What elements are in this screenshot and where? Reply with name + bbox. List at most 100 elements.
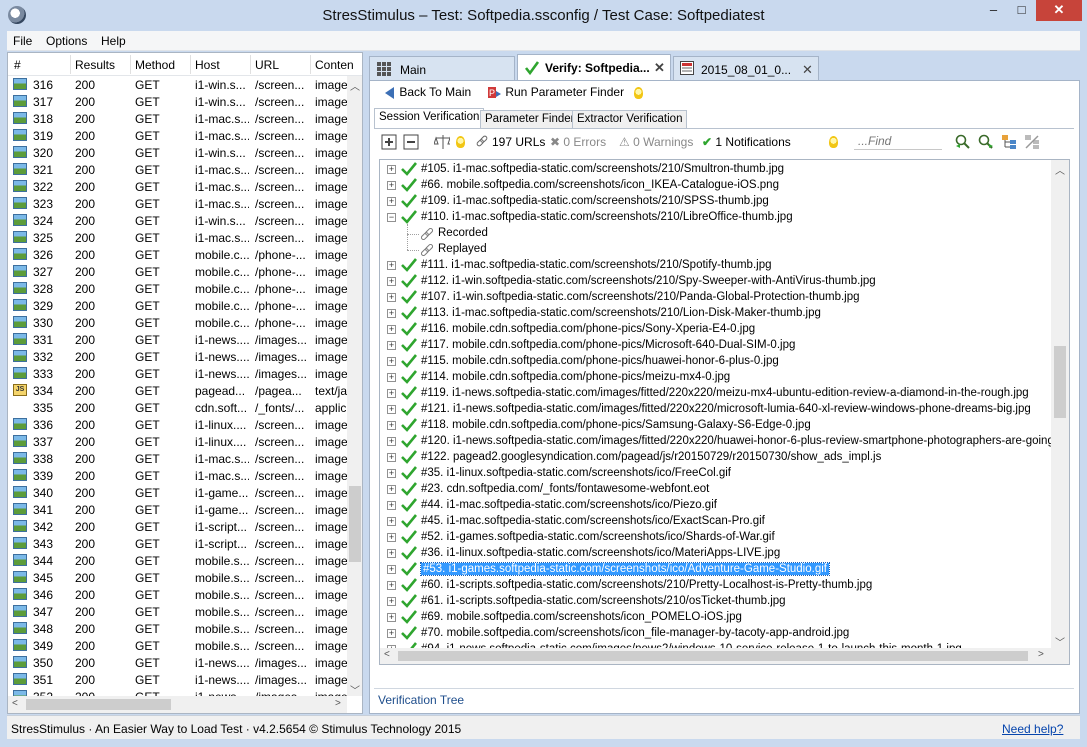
- collapse-all-icon[interactable]: [403, 134, 419, 150]
- expand-icon[interactable]: +: [387, 533, 396, 542]
- tree-node[interactable]: + #69. mobile.softpedia.com/screenshots/i…: [380, 610, 1051, 626]
- tab-session-verification[interactable]: Session Verification: [374, 108, 485, 128]
- find-next-icon[interactable]: [978, 134, 994, 150]
- table-row[interactable]: 325 200 GET i1-mac.s... /screen... image.: [8, 229, 347, 246]
- table-row[interactable]: 323 200 GET i1-mac.s... /screen... image.: [8, 195, 347, 212]
- table-row[interactable]: 337 200 GET i1-linux.... /screen... image.: [8, 433, 347, 450]
- table-row[interactable]: 341 200 GET i1-game... /screen... image.: [8, 501, 347, 518]
- tree-node[interactable]: + #113. i1-mac.softpedia-static.com/scree…: [380, 306, 1051, 322]
- compare-icon[interactable]: [434, 134, 450, 150]
- expand-icon[interactable]: +: [387, 165, 396, 174]
- expand-icon[interactable]: +: [387, 485, 396, 494]
- close-tab-icon[interactable]: ✕: [654, 60, 665, 76]
- tree-node[interactable]: + #107. i1-win.softpedia-static.com/scree…: [380, 290, 1051, 306]
- table-row[interactable]: 322 200 GET i1-mac.s... /screen... image.: [8, 178, 347, 195]
- table-row[interactable]: 349 200 GET mobile.s... /screen... image.: [8, 637, 347, 654]
- col-header-url[interactable]: URL: [255, 58, 279, 72]
- scroll-right-icon[interactable]: >: [335, 698, 341, 709]
- table-row[interactable]: 320 200 GET i1-win.s... /screen... image.: [8, 144, 347, 161]
- expand-icon[interactable]: +: [387, 517, 396, 526]
- tree-node[interactable]: + #111. i1-mac.softpedia-static.com/scree…: [380, 258, 1051, 274]
- table-row[interactable]: 327 200 GET mobile.c... /phone-... image.: [8, 263, 347, 280]
- scroll-left-icon[interactable]: <: [12, 698, 18, 709]
- expand-icon[interactable]: +: [387, 565, 396, 574]
- tree-node[interactable]: + #70. mobile.softpedia.com/screenshots/i…: [380, 626, 1051, 642]
- expand-icon[interactable]: +: [387, 357, 396, 366]
- table-row[interactable]: 335 200 GET cdn.soft... /_fonts/... applic: [8, 399, 347, 416]
- tab-parameter-finder[interactable]: Parameter Finder: [480, 110, 580, 128]
- expand-icon[interactable]: +: [387, 629, 396, 638]
- scroll-up-icon[interactable]: ︿: [1055, 162, 1065, 177]
- table-row[interactable]: 317 200 GET i1-win.s... /screen... image.: [8, 93, 347, 110]
- grid-vertical-scrollbar[interactable]: ︿ ﹀: [347, 76, 362, 697]
- tree-node[interactable]: + #117. mobile.cdn.softpedia.com/phone-pi…: [380, 338, 1051, 354]
- find-input[interactable]: ...Find: [854, 133, 942, 150]
- scroll-down-icon[interactable]: ﹀: [1055, 634, 1065, 649]
- col-header-content[interactable]: Conten: [315, 58, 355, 72]
- tree-node[interactable]: + #118. mobile.cdn.softpedia.com/phone-pi…: [380, 418, 1051, 434]
- tree-node[interactable]: + #44. i1-mac.softpedia-static.com/screen…: [380, 498, 1051, 514]
- tree-node[interactable]: + #112. i1-win.softpedia-static.com/scree…: [380, 274, 1051, 290]
- scroll-down-icon[interactable]: ﹀: [350, 682, 360, 697]
- table-row[interactable]: 332 200 GET i1-news.... /images... image.: [8, 348, 347, 365]
- tree-node[interactable]: + #45. i1-mac.softpedia-static.com/screen…: [380, 514, 1051, 530]
- tree-node[interactable]: + #52. i1-games.softpedia-static.com/scre…: [380, 530, 1051, 546]
- close-button[interactable]: ✕: [1036, 0, 1082, 21]
- tree-node[interactable]: + #66. mobile.softpedia.com/screenshots/i…: [380, 178, 1051, 194]
- urls-count[interactable]: 197 URLs: [492, 135, 545, 149]
- col-header-results[interactable]: Results: [75, 58, 115, 72]
- tree-filter-icon[interactable]: [1001, 134, 1017, 150]
- tree-child-node[interactable]: Replayed: [380, 242, 1051, 258]
- menu-help[interactable]: Help: [101, 34, 126, 48]
- warnings-filter[interactable]: ⚠ 0 Warnings: [619, 135, 693, 149]
- expand-icon[interactable]: +: [387, 341, 396, 350]
- expand-icon[interactable]: +: [387, 597, 396, 606]
- expand-icon[interactable]: +: [387, 469, 396, 478]
- tree-node[interactable]: + #114. mobile.cdn.softpedia.com/phone-pi…: [380, 370, 1051, 386]
- notifications-filter[interactable]: ✔ 1 Notifications: [702, 135, 791, 149]
- expand-icon[interactable]: +: [387, 581, 396, 590]
- tab-report[interactable]: 2015_08_01_0... ✕: [673, 56, 819, 80]
- table-row[interactable]: 324 200 GET i1-win.s... /screen... image.: [8, 212, 347, 229]
- tab-extractor-verification[interactable]: Extractor Verification: [572, 110, 688, 128]
- minimize-button[interactable]: –: [980, 0, 1007, 21]
- table-row[interactable]: 326 200 GET mobile.c... /phone-... image.: [8, 246, 347, 263]
- table-row[interactable]: 316 200 GET i1-win.s... /screen... image.: [8, 76, 347, 93]
- scroll-left-icon[interactable]: <: [384, 649, 390, 660]
- expand-icon[interactable]: +: [387, 613, 396, 622]
- table-row[interactable]: 333 200 GET i1-news.... /images... image.: [8, 365, 347, 382]
- col-header-number[interactable]: #: [14, 58, 21, 72]
- table-row[interactable]: 328 200 GET mobile.c... /phone-... image.: [8, 280, 347, 297]
- table-row[interactable]: 340 200 GET i1-game... /screen... image.: [8, 484, 347, 501]
- expand-icon[interactable]: +: [387, 309, 396, 318]
- table-row[interactable]: 336 200 GET i1-linux.... /screen... image.: [8, 416, 347, 433]
- col-header-host[interactable]: Host: [195, 58, 220, 72]
- expand-icon[interactable]: +: [387, 261, 396, 270]
- tree-node[interactable]: + #115. mobile.cdn.softpedia.com/phone-pi…: [380, 354, 1051, 370]
- scroll-right-icon[interactable]: >: [1038, 649, 1044, 660]
- tree-node[interactable]: + #61. i1-scripts.softpedia-static.com/sc…: [380, 594, 1051, 610]
- menu-file[interactable]: File: [13, 34, 32, 48]
- expand-icon[interactable]: +: [387, 325, 396, 334]
- expand-icon[interactable]: +: [387, 389, 396, 398]
- expand-icon[interactable]: +: [387, 277, 396, 286]
- tree-node[interactable]: + #23. cdn.softpedia.com/_fonts/fontaweso…: [380, 482, 1051, 498]
- table-row[interactable]: 343 200 GET i1-script... /screen... image.: [8, 535, 347, 552]
- scrollbar-thumb[interactable]: [398, 651, 1028, 661]
- tree-node[interactable]: + #35. i1-linux.softpedia-static.com/scre…: [380, 466, 1051, 482]
- tree-node[interactable]: + #120. i1-news.softpedia-static.com/imag…: [380, 434, 1051, 450]
- table-row[interactable]: 347 200 GET mobile.s... /screen... image.: [8, 603, 347, 620]
- need-help-link[interactable]: Need help?: [1002, 722, 1063, 736]
- collapse-icon[interactable]: −: [387, 213, 396, 222]
- table-row[interactable]: 339 200 GET i1-mac.s... /screen... image.: [8, 467, 347, 484]
- tab-main[interactable]: Main: [369, 56, 515, 80]
- lightbulb-icon[interactable]: [829, 136, 838, 148]
- table-row[interactable]: 348 200 GET mobile.s... /screen... image.: [8, 620, 347, 637]
- grid-horizontal-scrollbar[interactable]: < >: [8, 696, 347, 713]
- table-row[interactable]: 338 200 GET i1-mac.s... /screen... image.: [8, 450, 347, 467]
- expand-icon[interactable]: +: [387, 437, 396, 446]
- tree-node[interactable]: + #119. i1-news.softpedia-static.com/imag…: [380, 386, 1051, 402]
- tree-node[interactable]: + #116. mobile.cdn.softpedia.com/phone-pi…: [380, 322, 1051, 338]
- expand-icon[interactable]: +: [387, 421, 396, 430]
- table-row[interactable]: JS 334 200 GET pagead... /pagea... text/ja: [8, 382, 347, 399]
